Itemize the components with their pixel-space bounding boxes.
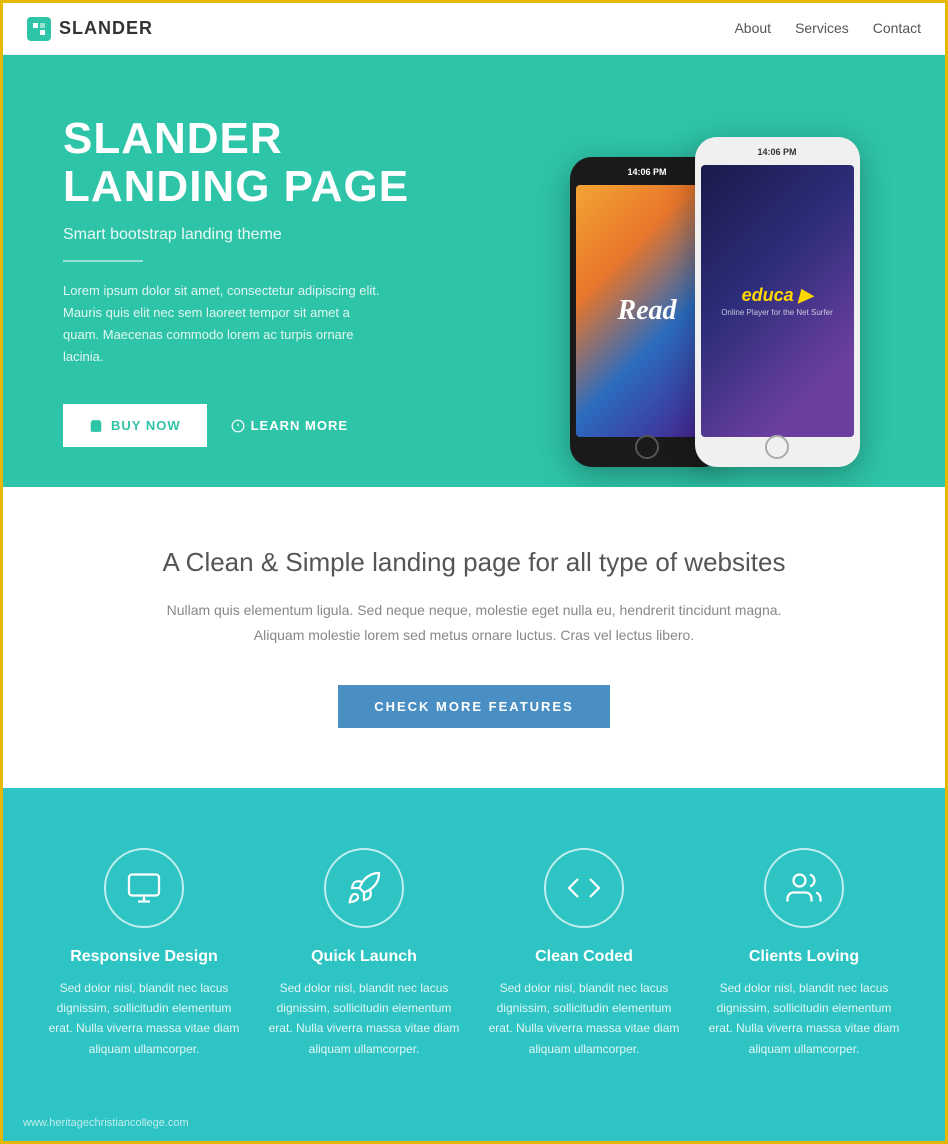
quick-launch-desc: Sed dolor nisl, blandit nec lacus dignis… (264, 978, 464, 1060)
hero-title: SLANDER LANDING PAGE (63, 115, 434, 212)
footer-watermark: www.heritagechristiancollege.com (3, 1109, 945, 1141)
nav-services[interactable]: Services (795, 20, 849, 36)
rocket-icon (346, 870, 382, 906)
quick-launch-title: Quick Launch (264, 948, 464, 966)
clients-icon-circle (764, 848, 844, 928)
responsive-title: Responsive Design (44, 948, 244, 966)
feature-responsive: Responsive Design Sed dolor nisl, blandi… (44, 848, 244, 1060)
responsive-desc: Sed dolor nisl, blandit nec lacus dignis… (44, 978, 244, 1060)
middle-section: A Clean & Simple landing page for all ty… (3, 487, 945, 787)
users-icon (786, 870, 822, 906)
check-features-button[interactable]: CHECK MORE FEATURES (338, 685, 610, 728)
middle-title: A Clean & Simple landing page for all ty… (43, 547, 905, 578)
feature-quick-launch: Quick Launch Sed dolor nisl, blandit nec… (264, 848, 464, 1060)
nav-about[interactable]: About (734, 20, 771, 36)
hero-content: SLANDER LANDING PAGE Smart bootstrap lan… (3, 55, 474, 487)
monitor-icon (126, 870, 162, 906)
brand-logo[interactable]: SLANDER (27, 17, 153, 41)
phone-mockup-white: 14:06 PM educa ▶ Online Player for the N… (695, 137, 860, 467)
clients-loving-desc: Sed dolor nisl, blandit nec lacus dignis… (704, 978, 904, 1060)
brand-name: SLANDER (59, 18, 153, 39)
nav-contact[interactable]: Contact (873, 20, 921, 36)
buy-now-button[interactable]: BUY NOW (63, 404, 207, 447)
hero-section: SLANDER LANDING PAGE Smart bootstrap lan… (3, 55, 945, 487)
clean-coded-title: Clean Coded (484, 948, 684, 966)
clients-loving-title: Clients Loving (704, 948, 904, 966)
hero-divider (63, 260, 143, 262)
clean-coded-desc: Sed dolor nisl, blandit nec lacus dignis… (484, 978, 684, 1060)
hero-subtitle: Smart bootstrap landing theme (63, 226, 434, 244)
learn-more-button[interactable]: LEARN MORE (231, 418, 348, 433)
brand-icon (27, 17, 51, 41)
middle-desc-1: Nullam quis elementum ligula. Sed neque … (43, 598, 905, 648)
navbar: SLANDER About Services Contact (3, 3, 945, 55)
feature-clients-loving: Clients Loving Sed dolor nisl, blandit n… (704, 848, 904, 1060)
hero-description: Lorem ipsum dolor sit amet, consectetur … (63, 280, 383, 368)
responsive-icon-circle (104, 848, 184, 928)
features-section: Responsive Design Sed dolor nisl, blandi… (3, 788, 945, 1110)
feature-clean-coded: Clean Coded Sed dolor nisl, blandit nec … (484, 848, 684, 1060)
quick-launch-icon-circle (324, 848, 404, 928)
features-grid: Responsive Design Sed dolor nisl, blandi… (44, 848, 904, 1060)
code-icon (566, 870, 602, 906)
hero-buttons: BUY NOW LEARN MORE (63, 404, 434, 447)
nav-menu: About Services Contact (734, 20, 921, 38)
hero-phones: 14:06 PM Read 14:06 PM educa ▶ Online Pl… (474, 55, 945, 487)
clean-coded-icon-circle (544, 848, 624, 928)
